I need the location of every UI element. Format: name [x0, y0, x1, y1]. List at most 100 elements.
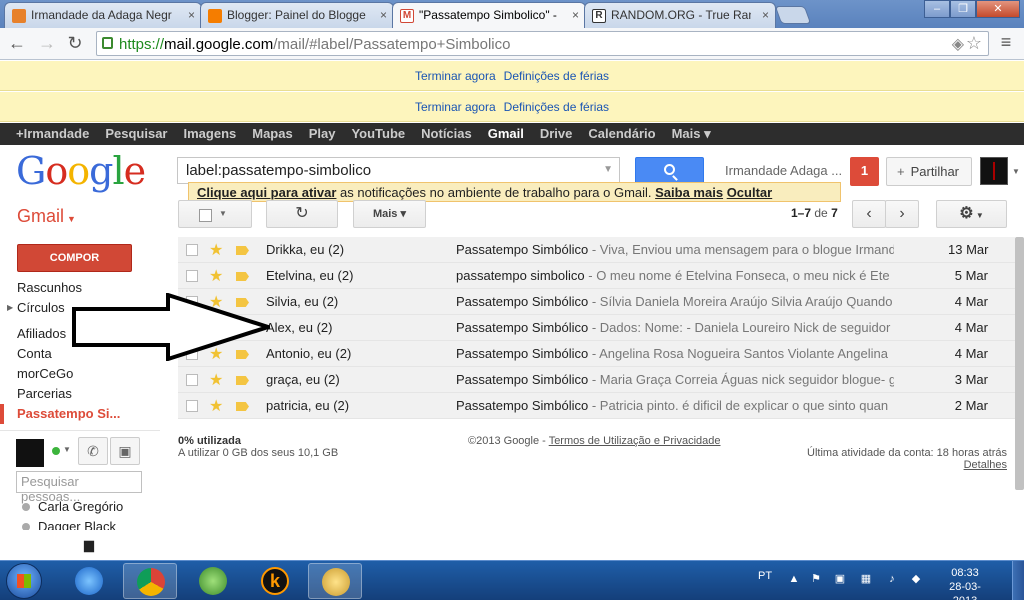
close-window-icon[interactable]: ✕	[976, 0, 1020, 18]
chevron-down-icon[interactable]: ▼	[1012, 167, 1020, 176]
phone-icon[interactable]: ✆	[78, 437, 108, 465]
close-tab-icon[interactable]: ×	[188, 8, 195, 22]
k-app-icon[interactable]: k	[248, 563, 302, 599]
row-checkbox[interactable]	[186, 374, 198, 386]
chat-contact[interactable]: Dagger Black	[22, 519, 116, 530]
sidebar-item-morcego[interactable]: morCeGo	[0, 364, 160, 384]
online-status-icon[interactable]	[52, 447, 60, 455]
minimize-icon[interactable]: –	[924, 0, 950, 18]
gbar-drive[interactable]: Drive	[532, 123, 581, 145]
scrollbar[interactable]	[1015, 237, 1024, 490]
search-input[interactable]: label:passatempo-simbolico ▼	[177, 157, 620, 184]
gbar-calendar[interactable]: Calendário	[580, 123, 663, 145]
network-icon[interactable]: ▦	[860, 573, 872, 585]
browser-tab-random-org[interactable]: R RANDOM.ORG - True Ran ×	[584, 2, 776, 28]
end-now-link[interactable]: Terminar agora	[415, 100, 496, 114]
hangout-icon[interactable]: ▣	[110, 437, 140, 465]
enable-notifications-link[interactable]: Clique aqui para ativar	[197, 185, 336, 200]
clock[interactable]: 08:3328-03-2013	[937, 566, 993, 600]
gbar-gmail[interactable]: Gmail	[480, 123, 532, 145]
importance-marker-icon[interactable]	[236, 402, 249, 411]
terms-link[interactable]: Termos de Utilização e Privacidade	[549, 435, 721, 447]
extension-icon[interactable]: ◈	[952, 34, 964, 54]
end-now-link[interactable]: Terminar agora	[415, 69, 496, 83]
dropbox-icon[interactable]: ◆	[910, 573, 922, 585]
sidebar-item-parcerias[interactable]: Parcerias	[0, 384, 160, 404]
share-button[interactable]: + Partilhar	[886, 157, 972, 186]
chat-avatar[interactable]	[16, 439, 44, 467]
settings-button[interactable]: ⚙ ▼	[936, 200, 1007, 228]
show-desktop-button[interactable]	[1012, 561, 1024, 600]
device-icon[interactable]: ▣	[834, 573, 846, 585]
more-actions-button[interactable]: Mais ▾	[353, 200, 426, 228]
select-all-button[interactable]: ▼	[178, 200, 252, 228]
gbar-more[interactable]: Mais ▾	[664, 123, 719, 145]
close-tab-icon[interactable]: ×	[380, 8, 387, 22]
vacation-settings-link[interactable]: Definições de férias	[504, 100, 609, 114]
table-row[interactable]: ★ Antonio, eu (2) Passatempo Simbólico - A…	[178, 341, 1015, 367]
chevron-down-icon[interactable]: ▼	[63, 445, 71, 454]
learn-more-link[interactable]: Saiba mais	[655, 185, 723, 200]
gbar-maps[interactable]: Mapas	[244, 123, 300, 145]
gbar-search[interactable]: Pesquisar	[97, 123, 175, 145]
close-tab-icon[interactable]: ×	[572, 8, 579, 22]
forward-arrow-icon[interactable]: →	[36, 33, 58, 55]
chrome-icon[interactable]	[123, 563, 177, 599]
vacation-settings-link[interactable]: Definições de férias	[504, 69, 609, 83]
browser-tab-blogger[interactable]: Blogger: Painel do Blogge ×	[200, 2, 394, 28]
importance-marker-icon[interactable]	[236, 272, 249, 281]
paint-icon[interactable]	[308, 563, 362, 599]
table-row[interactable]: ★Alex, eu (2)Passatempo Simbólico - Dado…	[178, 315, 1015, 341]
star-icon[interactable]: ★	[209, 240, 223, 260]
importance-marker-icon[interactable]	[236, 246, 249, 255]
browser-tab-gmail[interactable]: M "Passatempo Simbolico" - ×	[392, 2, 586, 29]
select-all-checkbox[interactable]	[199, 209, 212, 222]
maximize-icon[interactable]: ❐	[950, 0, 976, 18]
gbar-irmandade[interactable]: +Irmandade	[8, 123, 97, 145]
internet-explorer-icon[interactable]	[62, 563, 116, 599]
back-arrow-icon[interactable]: ←	[6, 33, 28, 55]
close-tab-icon[interactable]: ×	[762, 8, 769, 22]
details-link[interactable]: Detalhes	[807, 459, 1007, 471]
browser-tab-irmandade[interactable]: Irmandade da Adaga Negr ×	[4, 2, 202, 28]
table-row[interactable]: ★ graça, eu (2) Passatempo Simbólico - Mar…	[178, 367, 1015, 393]
account-name[interactable]: Irmandade Adaga ...	[725, 163, 842, 178]
star-icon[interactable]: ★	[209, 396, 223, 416]
browser-menu-icon[interactable]: ≡	[996, 33, 1016, 53]
table-row[interactable]: ★ patricia, eu (2) Passatempo Simbólico - …	[178, 393, 1015, 419]
table-row[interactable]: ★ Drikka, eu (2) Passatempo Simbólico - Vi…	[178, 237, 1015, 263]
chat-contact[interactable]: Carla Gregório	[22, 499, 123, 514]
avatar[interactable]	[980, 157, 1008, 185]
new-tab-button[interactable]	[774, 6, 812, 24]
chevron-down-icon[interactable]: ▼	[603, 164, 613, 175]
show-hidden-icons-icon[interactable]: ▲	[788, 573, 800, 585]
expand-icon[interactable]: ▶	[7, 298, 13, 318]
table-row[interactable]: ★ Silvia, eu (2) Passatempo Simbólico - Sí…	[178, 289, 1015, 315]
refresh-button[interactable]: ↻	[266, 200, 338, 228]
language-indicator[interactable]: PT	[758, 570, 772, 582]
volume-icon[interactable]: ♪	[886, 573, 898, 585]
reload-icon[interactable]: ↻	[64, 33, 86, 55]
gbar-play[interactable]: Play	[301, 123, 344, 145]
gbar-youtube[interactable]: YouTube	[343, 123, 413, 145]
compose-button[interactable]: COMPOR	[17, 244, 132, 272]
row-checkbox[interactable]	[186, 270, 198, 282]
star-icon[interactable]: ★	[209, 370, 223, 390]
row-checkbox[interactable]	[186, 400, 198, 412]
gbar-images[interactable]: Imagens	[176, 123, 245, 145]
sidebar-item-passatempo[interactable]: Passatempo Si...	[0, 404, 160, 424]
chat-search-input[interactable]: Pesquisar pessoas...	[16, 471, 142, 504]
gmail-app-label[interactable]: Gmail ▼	[17, 206, 76, 227]
notification-count-badge[interactable]: 1	[850, 157, 879, 186]
messenger-icon[interactable]	[186, 563, 240, 599]
table-row[interactable]: ★ Etelvina, eu (2) passatempo simbolico - …	[178, 263, 1015, 289]
flag-icon[interactable]: ⚑	[810, 573, 822, 585]
importance-marker-icon[interactable]	[236, 376, 249, 385]
bookmark-star-icon[interactable]: ☆	[966, 33, 982, 54]
hide-link[interactable]: Ocultar	[727, 185, 773, 200]
newer-page-button[interactable]: ‹	[852, 200, 886, 228]
google-logo[interactable]: Google	[16, 149, 146, 193]
star-icon[interactable]: ★	[209, 266, 223, 286]
start-button[interactable]	[6, 563, 42, 599]
chat-bubble-icon[interactable]: ▆	[72, 532, 106, 560]
